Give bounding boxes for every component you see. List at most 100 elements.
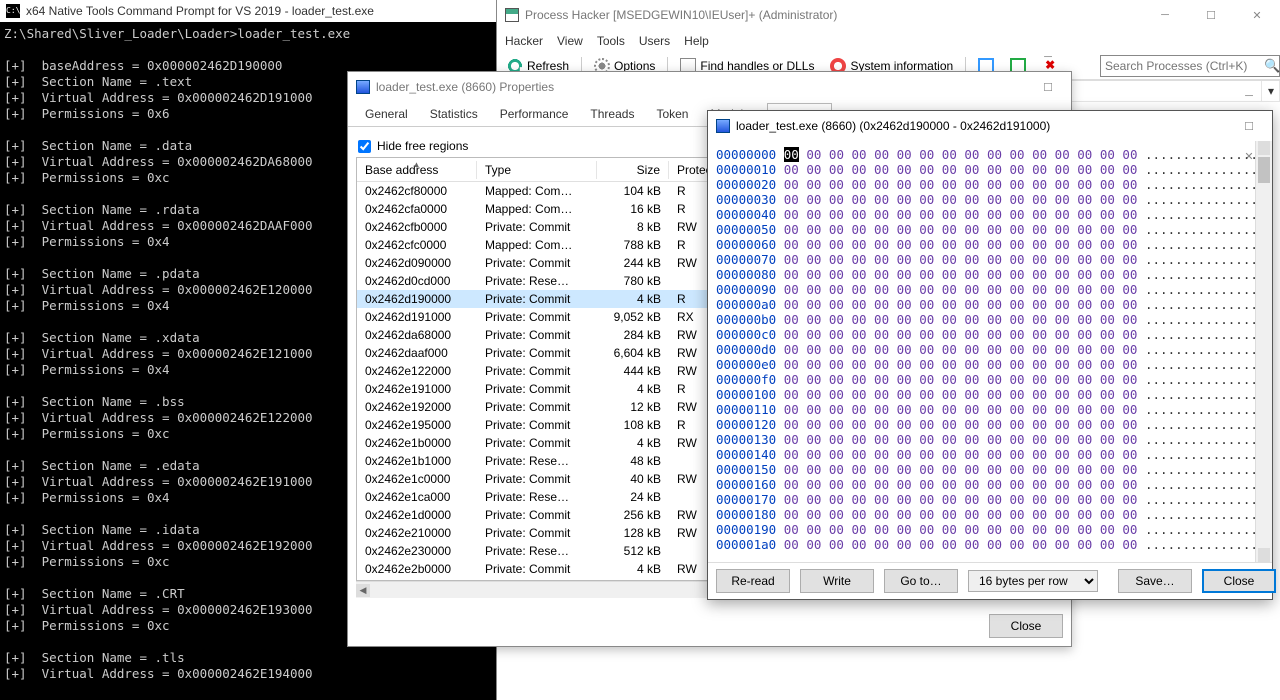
reread-button[interactable]: Re-read [716,569,790,593]
cell-base: 0x2462d191000 [357,309,477,325]
cell-base: 0x2462e1c0000 [357,471,477,487]
cell-type: Private: Commit [477,435,597,451]
cell-type: Private: Commit [477,327,597,343]
column-base-address[interactable]: Base address [357,161,477,179]
cell-type: Private: Commit [477,381,597,397]
goto-button[interactable]: Go to… [884,569,958,593]
app-icon [716,119,730,133]
cell-size: 104 kB [597,183,669,199]
close-button[interactable] [1234,0,1280,30]
hex-line: 00000180 00 00 00 00 00 00 00 00 00 00 0… [716,507,1272,522]
menu-tools[interactable]: Tools [597,34,625,48]
cell-base: 0x2462e1d0000 [357,507,477,523]
hex-line: 00000030 00 00 00 00 00 00 00 00 00 00 0… [716,192,1272,207]
maximize-button[interactable] [1226,111,1272,141]
hex-titlebar[interactable]: loader_test.exe (8660) (0x2462d190000 - … [708,111,1272,141]
tab-performance[interactable]: Performance [489,102,580,126]
scrollbar-thumb[interactable] [1258,157,1270,183]
cell-type: Private: Commit [477,363,597,379]
cell-size: 128 kB [597,525,669,541]
vertical-scrollbar[interactable] [1255,141,1272,562]
tab-statistics[interactable]: Statistics [419,102,489,126]
hex-footer: Re-read Write Go to… 16 bytes per row Sa… [708,562,1272,599]
cell-type: Private: Commit [477,219,597,235]
save-button[interactable]: Save… [1118,569,1192,593]
cell-base: 0x2462da68000 [357,327,477,343]
cell-size: 24 kB [597,489,669,505]
ph-titlebar[interactable]: Process Hacker [MSEDGEWIN10\IEUser]+ (Ad… [497,0,1280,30]
bytes-per-row-select[interactable]: 16 bytes per row [968,570,1098,592]
hex-line: 00000110 00 00 00 00 00 00 00 00 00 00 0… [716,402,1272,417]
cell-size: 284 kB [597,327,669,343]
hex-line: 00000150 00 00 00 00 00 00 00 00 00 00 0… [716,462,1272,477]
search-input[interactable] [1105,59,1260,73]
hex-line: 00000140 00 00 00 00 00 00 00 00 00 00 0… [716,447,1272,462]
search-icon[interactable]: 🔍 [1264,58,1280,74]
column-type[interactable]: Type [477,161,597,179]
close-button[interactable]: Close [1202,569,1276,593]
cell-type: Mapped: Com… [477,237,597,253]
cell-type: Private: Commit [477,399,597,415]
close-button[interactable]: Close [989,614,1063,638]
terminal-titlebar[interactable]: C:\ x64 Native Tools Command Prompt for … [0,0,496,22]
cell-size: 444 kB [597,363,669,379]
menu-help[interactable]: Help [684,34,709,48]
minimize-button[interactable] [1025,42,1071,72]
caption-buttons [1142,0,1280,30]
hex-dump-view[interactable]: 00000000 00 00 00 00 00 00 00 00 00 00 0… [708,141,1272,562]
cmd-icon: C:\ [6,4,20,18]
ph-title: Process Hacker [MSEDGEWIN10\IEUser]+ (Ad… [525,8,837,22]
cell-type: Private: Rese… [477,453,597,469]
write-button[interactable]: Write [800,569,874,593]
cell-size: 4 kB [597,291,669,307]
maximize-button[interactable] [1025,72,1071,102]
hex-line: 00000080 00 00 00 00 00 00 00 00 00 00 0… [716,267,1272,282]
cell-type: Private: Commit [477,525,597,541]
tab-token[interactable]: Token [645,102,699,126]
menu-users[interactable]: Users [639,34,670,48]
cell-base: 0x2462d190000 [357,291,477,307]
hide-free-checkbox[interactable] [358,140,371,153]
cell-base: 0x2462e122000 [357,363,477,379]
cell-base: 0x2462e2b0000 [357,561,477,577]
cell-size: 40 kB [597,471,669,487]
cell-base: 0x2462e1ca000 [357,489,477,505]
hex-line: 00000160 00 00 00 00 00 00 00 00 00 00 0… [716,477,1272,492]
search-box[interactable]: 🔍 [1100,55,1280,77]
cell-base: 0x2462daaf000 [357,345,477,361]
cell-type: Mapped: Com… [477,201,597,217]
cell-type: Private: Commit [477,417,597,433]
cell-base: 0x2462e191000 [357,381,477,397]
hex-line: 00000090 00 00 00 00 00 00 00 00 00 00 0… [716,282,1272,297]
maximize-button[interactable] [1188,0,1234,30]
menu-view[interactable]: View [557,34,583,48]
cell-type: Private: Commit [477,345,597,361]
menu-hacker[interactable]: Hacker [505,34,543,48]
column-size[interactable]: Size [597,161,669,179]
hex-line: 000000f0 00 00 00 00 00 00 00 00 00 00 0… [716,372,1272,387]
hex-line: 00000040 00 00 00 00 00 00 00 00 00 00 0… [716,207,1272,222]
cell-base: 0x2462e1b1000 [357,453,477,469]
cell-size: 9,052 kB [597,309,669,325]
cell-base: 0x2462cfc0000 [357,237,477,253]
cell-base: 0x2462d0cd000 [357,273,477,289]
hex-line: 000001a0 00 00 00 00 00 00 00 00 00 00 0… [716,537,1272,552]
properties-titlebar[interactable]: loader_test.exe (8660) Properties [348,72,1071,102]
cell-type: Private: Rese… [477,543,597,559]
cell-base: 0x2462cfb0000 [357,219,477,235]
minimize-button[interactable] [1142,0,1188,30]
cell-base: 0x2462e192000 [357,399,477,415]
hide-free-label: Hide free regions [377,139,468,153]
minimize-button[interactable] [1226,81,1272,111]
cell-size: 512 kB [597,543,669,559]
cell-type: Private: Commit [477,309,597,325]
hex-line: 00000020 00 00 00 00 00 00 00 00 00 00 0… [716,177,1272,192]
tab-threads[interactable]: Threads [579,102,645,126]
hex-line: 000000b0 00 00 00 00 00 00 00 00 00 00 0… [716,312,1272,327]
hex-line: 00000010 00 00 00 00 00 00 00 00 00 00 0… [716,162,1272,177]
app-icon [356,80,370,94]
cell-size: 108 kB [597,417,669,433]
cell-size: 4 kB [597,381,669,397]
cell-base: 0x2462d090000 [357,255,477,271]
tab-general[interactable]: General [354,102,419,126]
